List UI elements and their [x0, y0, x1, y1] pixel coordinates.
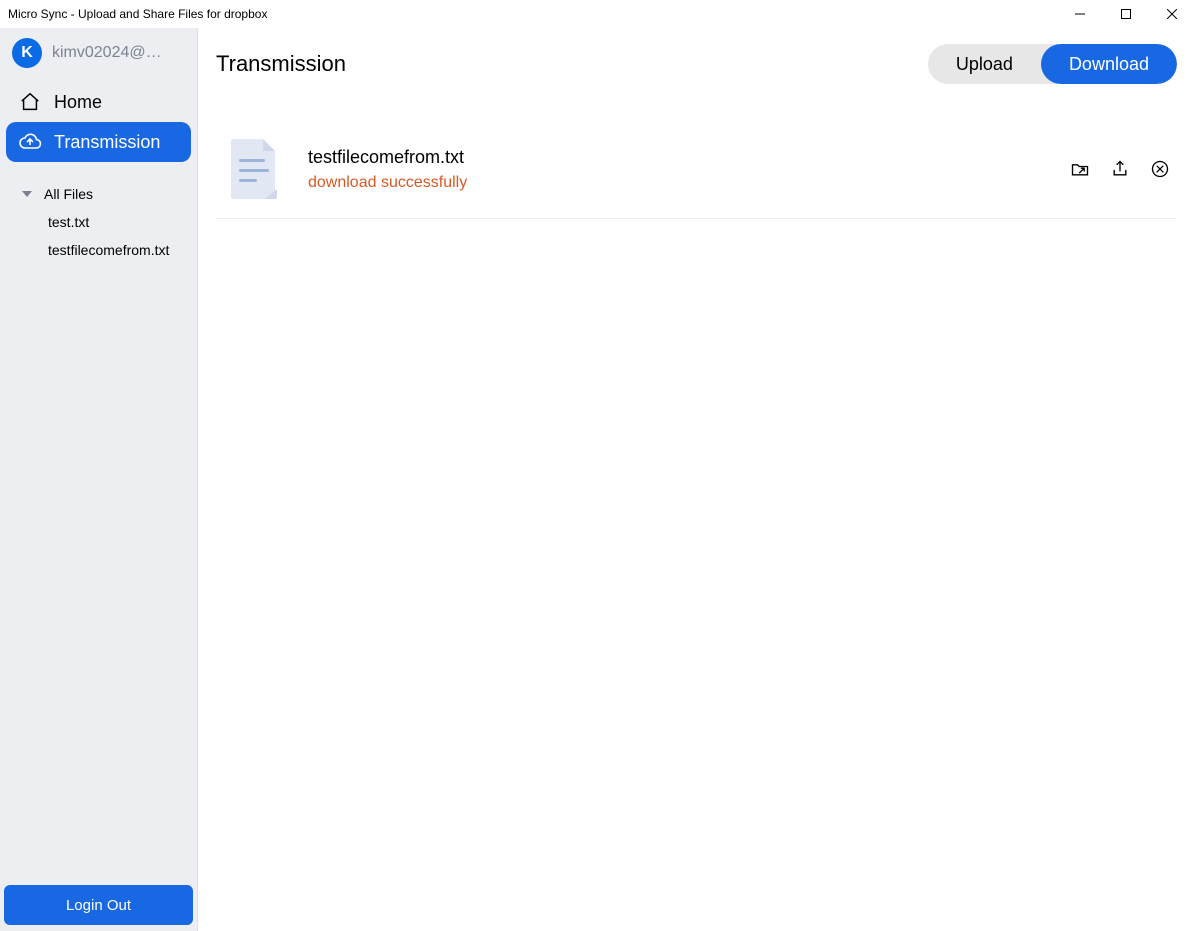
nav-item-label: Transmission — [54, 132, 160, 153]
open-folder-icon — [1070, 159, 1090, 179]
window-close-button[interactable] — [1149, 0, 1195, 28]
transfer-actions — [1069, 158, 1177, 180]
cancel-button[interactable] — [1149, 158, 1171, 180]
transfer-row: testfilecomefrom.txt download successful… — [216, 120, 1177, 219]
sidebar: K kimv02024@… Home Transmission — [0, 28, 198, 931]
cloud-transfer-icon — [18, 130, 42, 154]
close-icon — [1167, 9, 1177, 19]
transfer-file-name: testfilecomefrom.txt — [308, 147, 1069, 168]
open-folder-button[interactable] — [1069, 158, 1091, 180]
nav-item-label: Home — [54, 92, 102, 113]
share-button[interactable] — [1109, 158, 1131, 180]
window-maximize-button[interactable] — [1103, 0, 1149, 28]
share-icon — [1110, 159, 1130, 179]
tree-file[interactable]: test.txt — [0, 208, 197, 236]
file-icon — [224, 134, 284, 204]
upload-tab-button[interactable]: Upload — [928, 44, 1041, 84]
window-controls — [1057, 0, 1195, 28]
cancel-icon — [1150, 159, 1170, 179]
download-tab-button[interactable]: Download — [1041, 44, 1177, 84]
window-minimize-button[interactable] — [1057, 0, 1103, 28]
file-tree: All Files test.txt testfilecomefrom.txt — [0, 166, 197, 264]
content: Transmission Upload Download — [198, 28, 1195, 931]
title-bar: Micro Sync - Upload and Share Files for … — [0, 0, 1195, 28]
nav-item-transmission[interactable]: Transmission — [6, 122, 191, 162]
nav: Home Transmission — [0, 78, 197, 166]
logout-button[interactable]: Login Out — [4, 885, 193, 925]
tree-root-label: All Files — [44, 186, 93, 202]
account-button[interactable]: K kimv02024@… — [0, 28, 197, 78]
maximize-icon — [1121, 9, 1131, 19]
tree-root-all-files[interactable]: All Files — [0, 180, 197, 208]
transfer-status: download successfully — [308, 174, 1069, 192]
content-header: Transmission Upload Download — [216, 36, 1177, 102]
transfer-list: testfilecomefrom.txt download successful… — [216, 120, 1177, 219]
window-title: Micro Sync - Upload and Share Files for … — [8, 7, 267, 21]
nav-item-home[interactable]: Home — [6, 82, 191, 122]
minimize-icon — [1075, 9, 1085, 19]
tree-file[interactable]: testfilecomefrom.txt — [0, 236, 197, 264]
upload-download-toggle: Upload Download — [928, 44, 1177, 84]
chevron-down-icon — [20, 187, 34, 201]
home-icon — [18, 90, 42, 114]
page-title: Transmission — [216, 51, 346, 77]
avatar: K — [12, 38, 42, 68]
account-email: kimv02024@… — [52, 44, 162, 62]
